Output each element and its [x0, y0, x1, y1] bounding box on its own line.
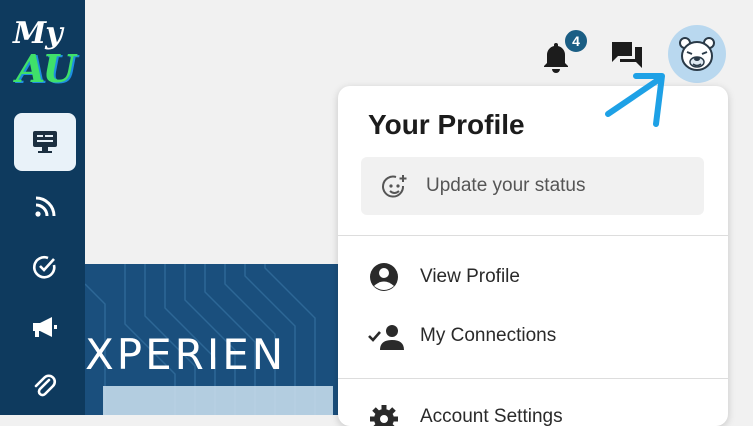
sidebar: My AU — [0, 0, 85, 415]
sidebar-item-feed[interactable] — [14, 178, 76, 236]
menu-divider — [338, 378, 728, 379]
monitor-icon — [33, 131, 57, 153]
sidebar-item-dashboard[interactable] — [14, 113, 76, 171]
rss-feed-icon — [35, 196, 56, 217]
banner-text: XPERIEN — [85, 330, 287, 379]
view-profile-menu-item[interactable]: View Profile — [368, 257, 708, 297]
menu-divider — [338, 235, 728, 236]
update-status-placeholder: Update your status — [426, 175, 586, 196]
check-circle-icon — [32, 256, 56, 279]
add-reaction-icon — [382, 175, 407, 198]
megaphone-icon — [33, 317, 57, 337]
profile-menu-title: Your Profile — [368, 109, 525, 140]
account-settings-menu-item[interactable]: Account Settings — [368, 397, 708, 426]
profile-avatar-button[interactable] — [668, 25, 726, 83]
logo-line-2: AU — [16, 46, 76, 91]
bear-mascot-icon — [679, 37, 715, 71]
update-status-input[interactable]: Update your status — [361, 157, 704, 215]
hero-banner: XPERIEN — [85, 264, 345, 415]
banner-large-text — [103, 386, 333, 415]
sidebar-item-announcements[interactable] — [14, 298, 76, 356]
account-circle-icon — [370, 263, 398, 291]
my-connections-label: My Connections — [420, 325, 557, 346]
connections-icon — [368, 325, 404, 350]
sidebar-item-attachments[interactable] — [14, 358, 76, 416]
paperclip-icon — [34, 374, 56, 397]
annotation-arrow-icon — [605, 73, 665, 127]
view-profile-label: View Profile — [420, 266, 520, 287]
notification-count-badge: 4 — [563, 28, 589, 54]
account-settings-label: Account Settings — [420, 406, 563, 426]
myau-logo[interactable]: My AU — [10, 16, 80, 92]
profile-menu: Your Profile Update your status View Pro… — [338, 86, 728, 426]
sidebar-item-tasks[interactable] — [14, 238, 76, 296]
my-connections-menu-item[interactable]: My Connections — [368, 316, 708, 356]
